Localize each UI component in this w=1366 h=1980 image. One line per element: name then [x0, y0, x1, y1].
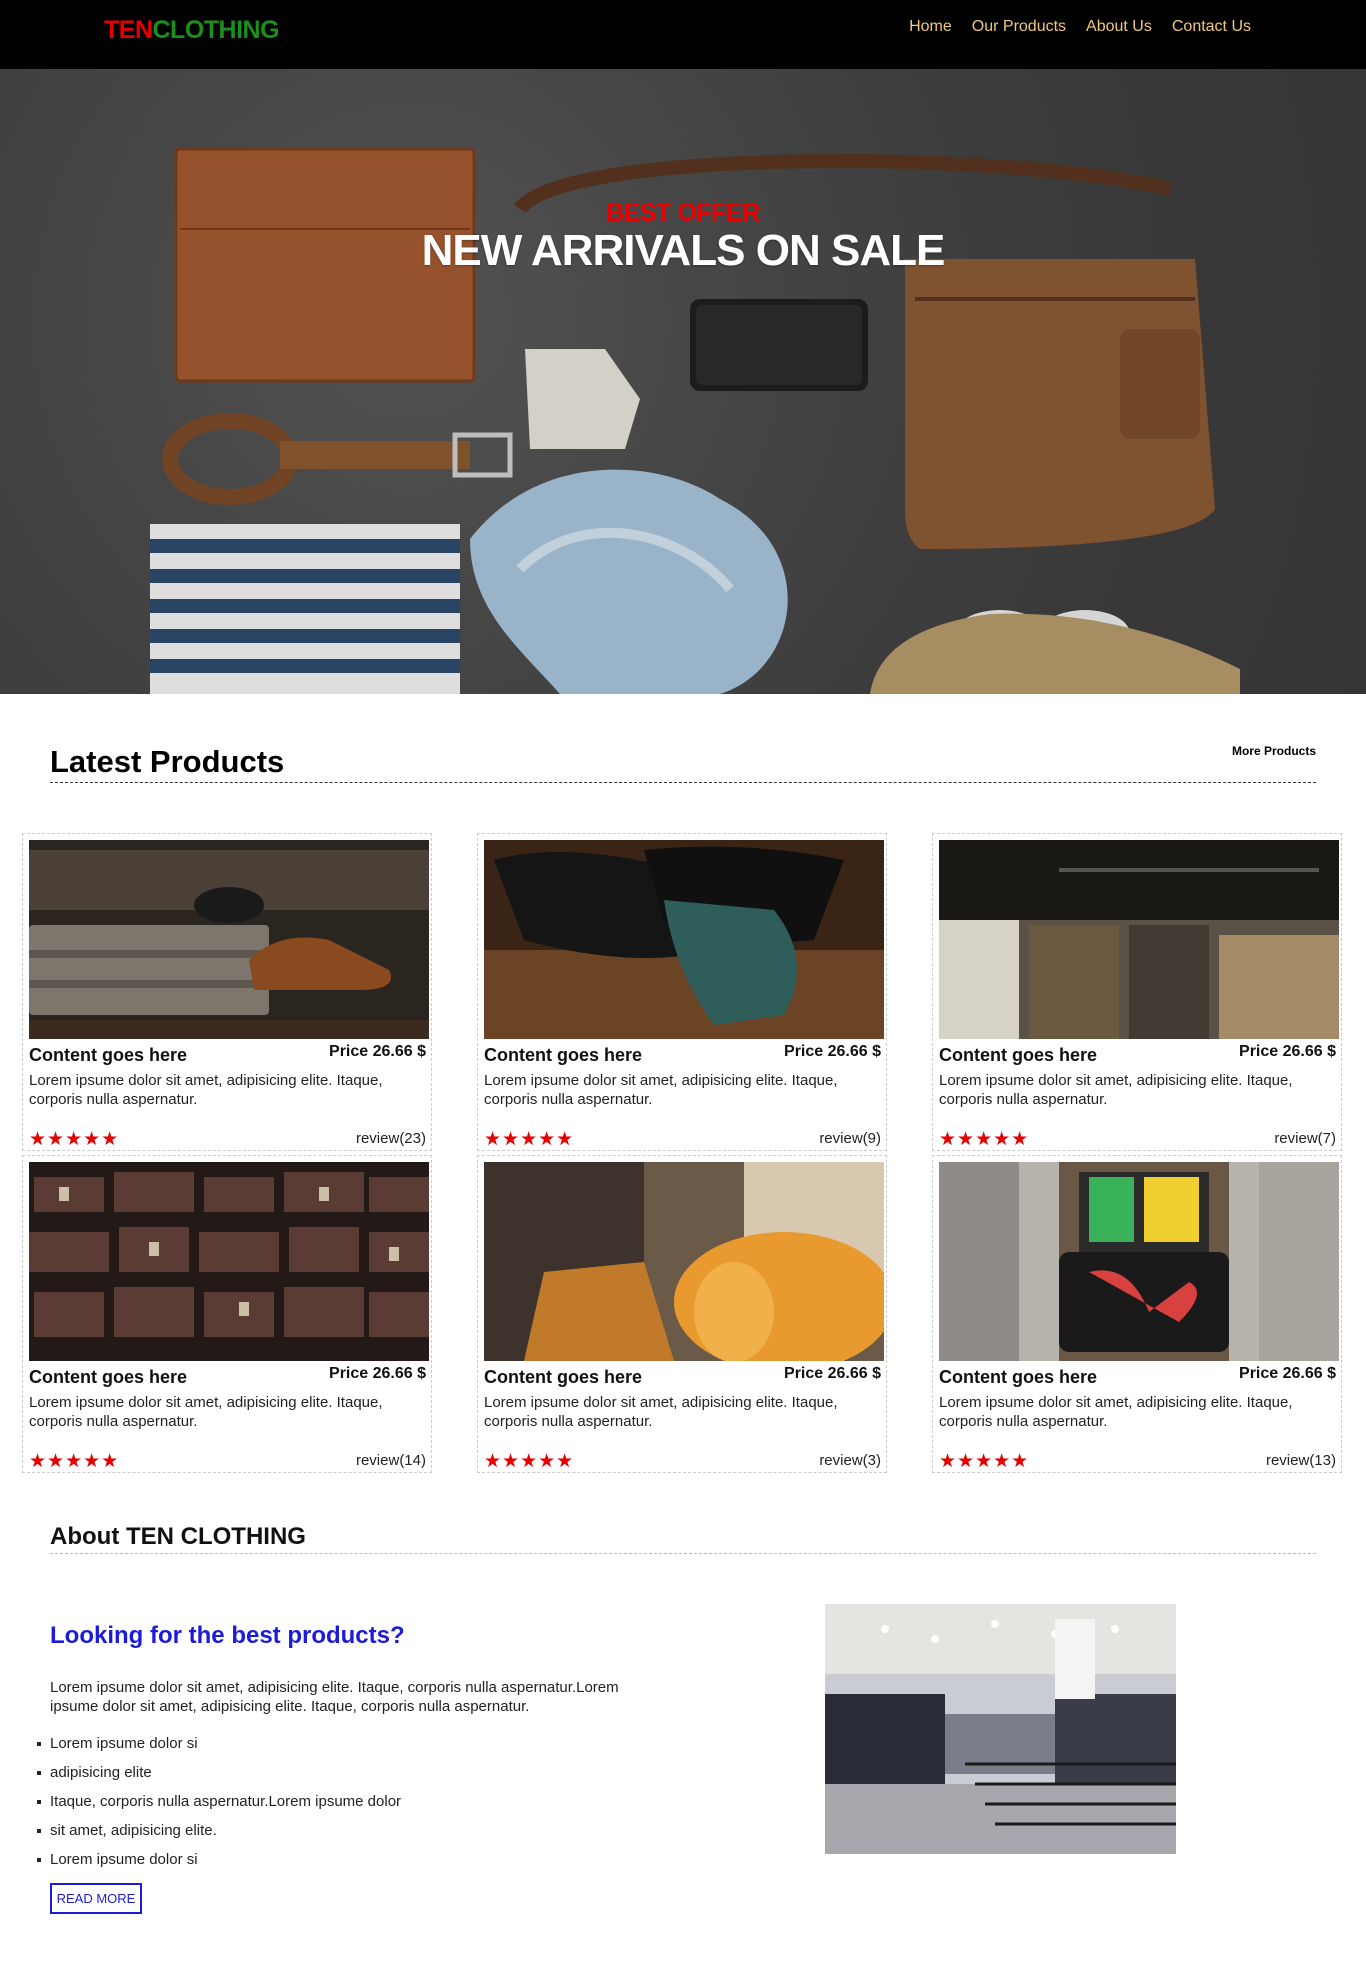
- list-item: Lorem ipsume dolor si: [36, 1845, 401, 1874]
- product-image: [939, 1162, 1339, 1361]
- about-title: About TEN CLOTHING: [50, 1523, 306, 1550]
- about-list: Lorem ipsume dolor si adipisicing elite …: [36, 1729, 401, 1874]
- nav-about-us[interactable]: About Us: [1086, 18, 1152, 36]
- product-card[interactable]: Content goes here Price 26.66 $ Lorem ip…: [932, 1155, 1342, 1473]
- product-image: [484, 1162, 884, 1361]
- nav-contact-us[interactable]: Contact Us: [1172, 18, 1251, 36]
- product-card[interactable]: Content goes here Price 26.66 $ Lorem ip…: [932, 833, 1342, 1151]
- product-grid: Content goes here Price 26.66 $ Lorem ip…: [22, 833, 1344, 1473]
- rating-stars: ★★★★★: [29, 1129, 120, 1150]
- product-title[interactable]: Content goes here: [29, 1367, 187, 1388]
- review-count[interactable]: review(13): [1266, 1452, 1336, 1469]
- brand-part-ten: TEN: [104, 16, 153, 44]
- review-count[interactable]: review(14): [356, 1452, 426, 1469]
- product-description: Lorem ipsume dolor sit amet, adipisicing…: [939, 1072, 1293, 1108]
- review-count[interactable]: review(7): [1274, 1130, 1336, 1147]
- hero-banner: BEST OFFER NEW ARRIVALS ON SALE: [0, 69, 1366, 694]
- hero-text: BEST OFFER NEW ARRIVALS ON SALE: [0, 199, 1366, 276]
- review-count[interactable]: review(9): [819, 1130, 881, 1147]
- product-description: Lorem ipsume dolor sit amet, adipisicing…: [484, 1072, 838, 1108]
- list-item: Lorem ipsume dolor si: [36, 1729, 401, 1758]
- product-image: [939, 840, 1339, 1039]
- product-price: Price 26.66 $: [784, 1043, 881, 1060]
- review-count[interactable]: review(3): [819, 1452, 881, 1469]
- product-description: Lorem ipsume dolor sit amet, adipisicing…: [939, 1394, 1293, 1430]
- product-title[interactable]: Content goes here: [484, 1045, 642, 1066]
- store-interior-image: [825, 1604, 1176, 1854]
- rating-stars: ★★★★★: [484, 1129, 575, 1150]
- list-item: Itaque, corporis nulla aspernatur.Lorem …: [36, 1787, 401, 1816]
- read-more-button[interactable]: READ MORE: [50, 1883, 142, 1914]
- more-products-link[interactable]: More Products: [1232, 744, 1316, 758]
- about-paragraph: Lorem ipsume dolor sit amet, adipisicing…: [50, 1679, 619, 1715]
- product-card[interactable]: Content goes here Price 26.66 $ Lorem ip…: [22, 833, 432, 1151]
- navbar: TENCLOTHING Home Our Products About Us C…: [0, 0, 1366, 69]
- nav-our-products[interactable]: Our Products: [972, 18, 1066, 36]
- product-description: Lorem ipsume dolor sit amet, adipisicing…: [29, 1394, 383, 1430]
- latest-products-title: Latest Products: [50, 744, 285, 779]
- product-description: Lorem ipsume dolor sit amet, adipisicing…: [484, 1394, 838, 1430]
- about-header: About TEN CLOTHING: [50, 1473, 1316, 1554]
- rating-stars: ★★★★★: [939, 1451, 1030, 1472]
- review-count[interactable]: review(23): [356, 1130, 426, 1147]
- product-price: Price 26.66 $: [329, 1043, 426, 1060]
- product-image: [29, 1162, 429, 1361]
- product-card[interactable]: Content goes here Price 26.66 $ Lorem ip…: [477, 833, 887, 1151]
- product-image: [29, 840, 429, 1039]
- product-price: Price 26.66 $: [329, 1365, 426, 1382]
- product-image: [484, 840, 884, 1039]
- hero-offer: BEST OFFER: [606, 199, 760, 227]
- product-description: Lorem ipsume dolor sit amet, adipisicing…: [29, 1072, 383, 1108]
- brand-logo[interactable]: TENCLOTHING: [104, 16, 280, 45]
- nav-home[interactable]: Home: [909, 18, 952, 36]
- product-title[interactable]: Content goes here: [939, 1045, 1097, 1066]
- nav-links: Home Our Products About Us Contact Us: [909, 18, 1251, 36]
- latest-products-header: Latest Products More Products: [50, 694, 1316, 783]
- hero-headline: NEW ARRIVALS ON SALE: [421, 226, 946, 275]
- list-item: adipisicing elite: [36, 1758, 401, 1787]
- list-item: sit amet, adipisicing elite.: [36, 1816, 401, 1845]
- product-price: Price 26.66 $: [784, 1365, 881, 1382]
- about-subtitle: Looking for the best products?: [50, 1622, 405, 1649]
- rating-stars: ★★★★★: [29, 1451, 120, 1472]
- about-section: Looking for the best products? Lorem ips…: [0, 1554, 1366, 1914]
- product-price: Price 26.66 $: [1239, 1365, 1336, 1382]
- product-title[interactable]: Content goes here: [29, 1045, 187, 1066]
- product-title[interactable]: Content goes here: [939, 1367, 1097, 1388]
- product-price: Price 26.66 $: [1239, 1043, 1336, 1060]
- hero-overlay: [0, 69, 1366, 694]
- product-title[interactable]: Content goes here: [484, 1367, 642, 1388]
- brand-part-clothing: CLOTHING: [152, 16, 280, 44]
- product-card[interactable]: Content goes here Price 26.66 $ Lorem ip…: [22, 1155, 432, 1473]
- rating-stars: ★★★★★: [484, 1451, 575, 1472]
- product-card[interactable]: Content goes here Price 26.66 $ Lorem ip…: [477, 1155, 887, 1473]
- rating-stars: ★★★★★: [939, 1129, 1030, 1150]
